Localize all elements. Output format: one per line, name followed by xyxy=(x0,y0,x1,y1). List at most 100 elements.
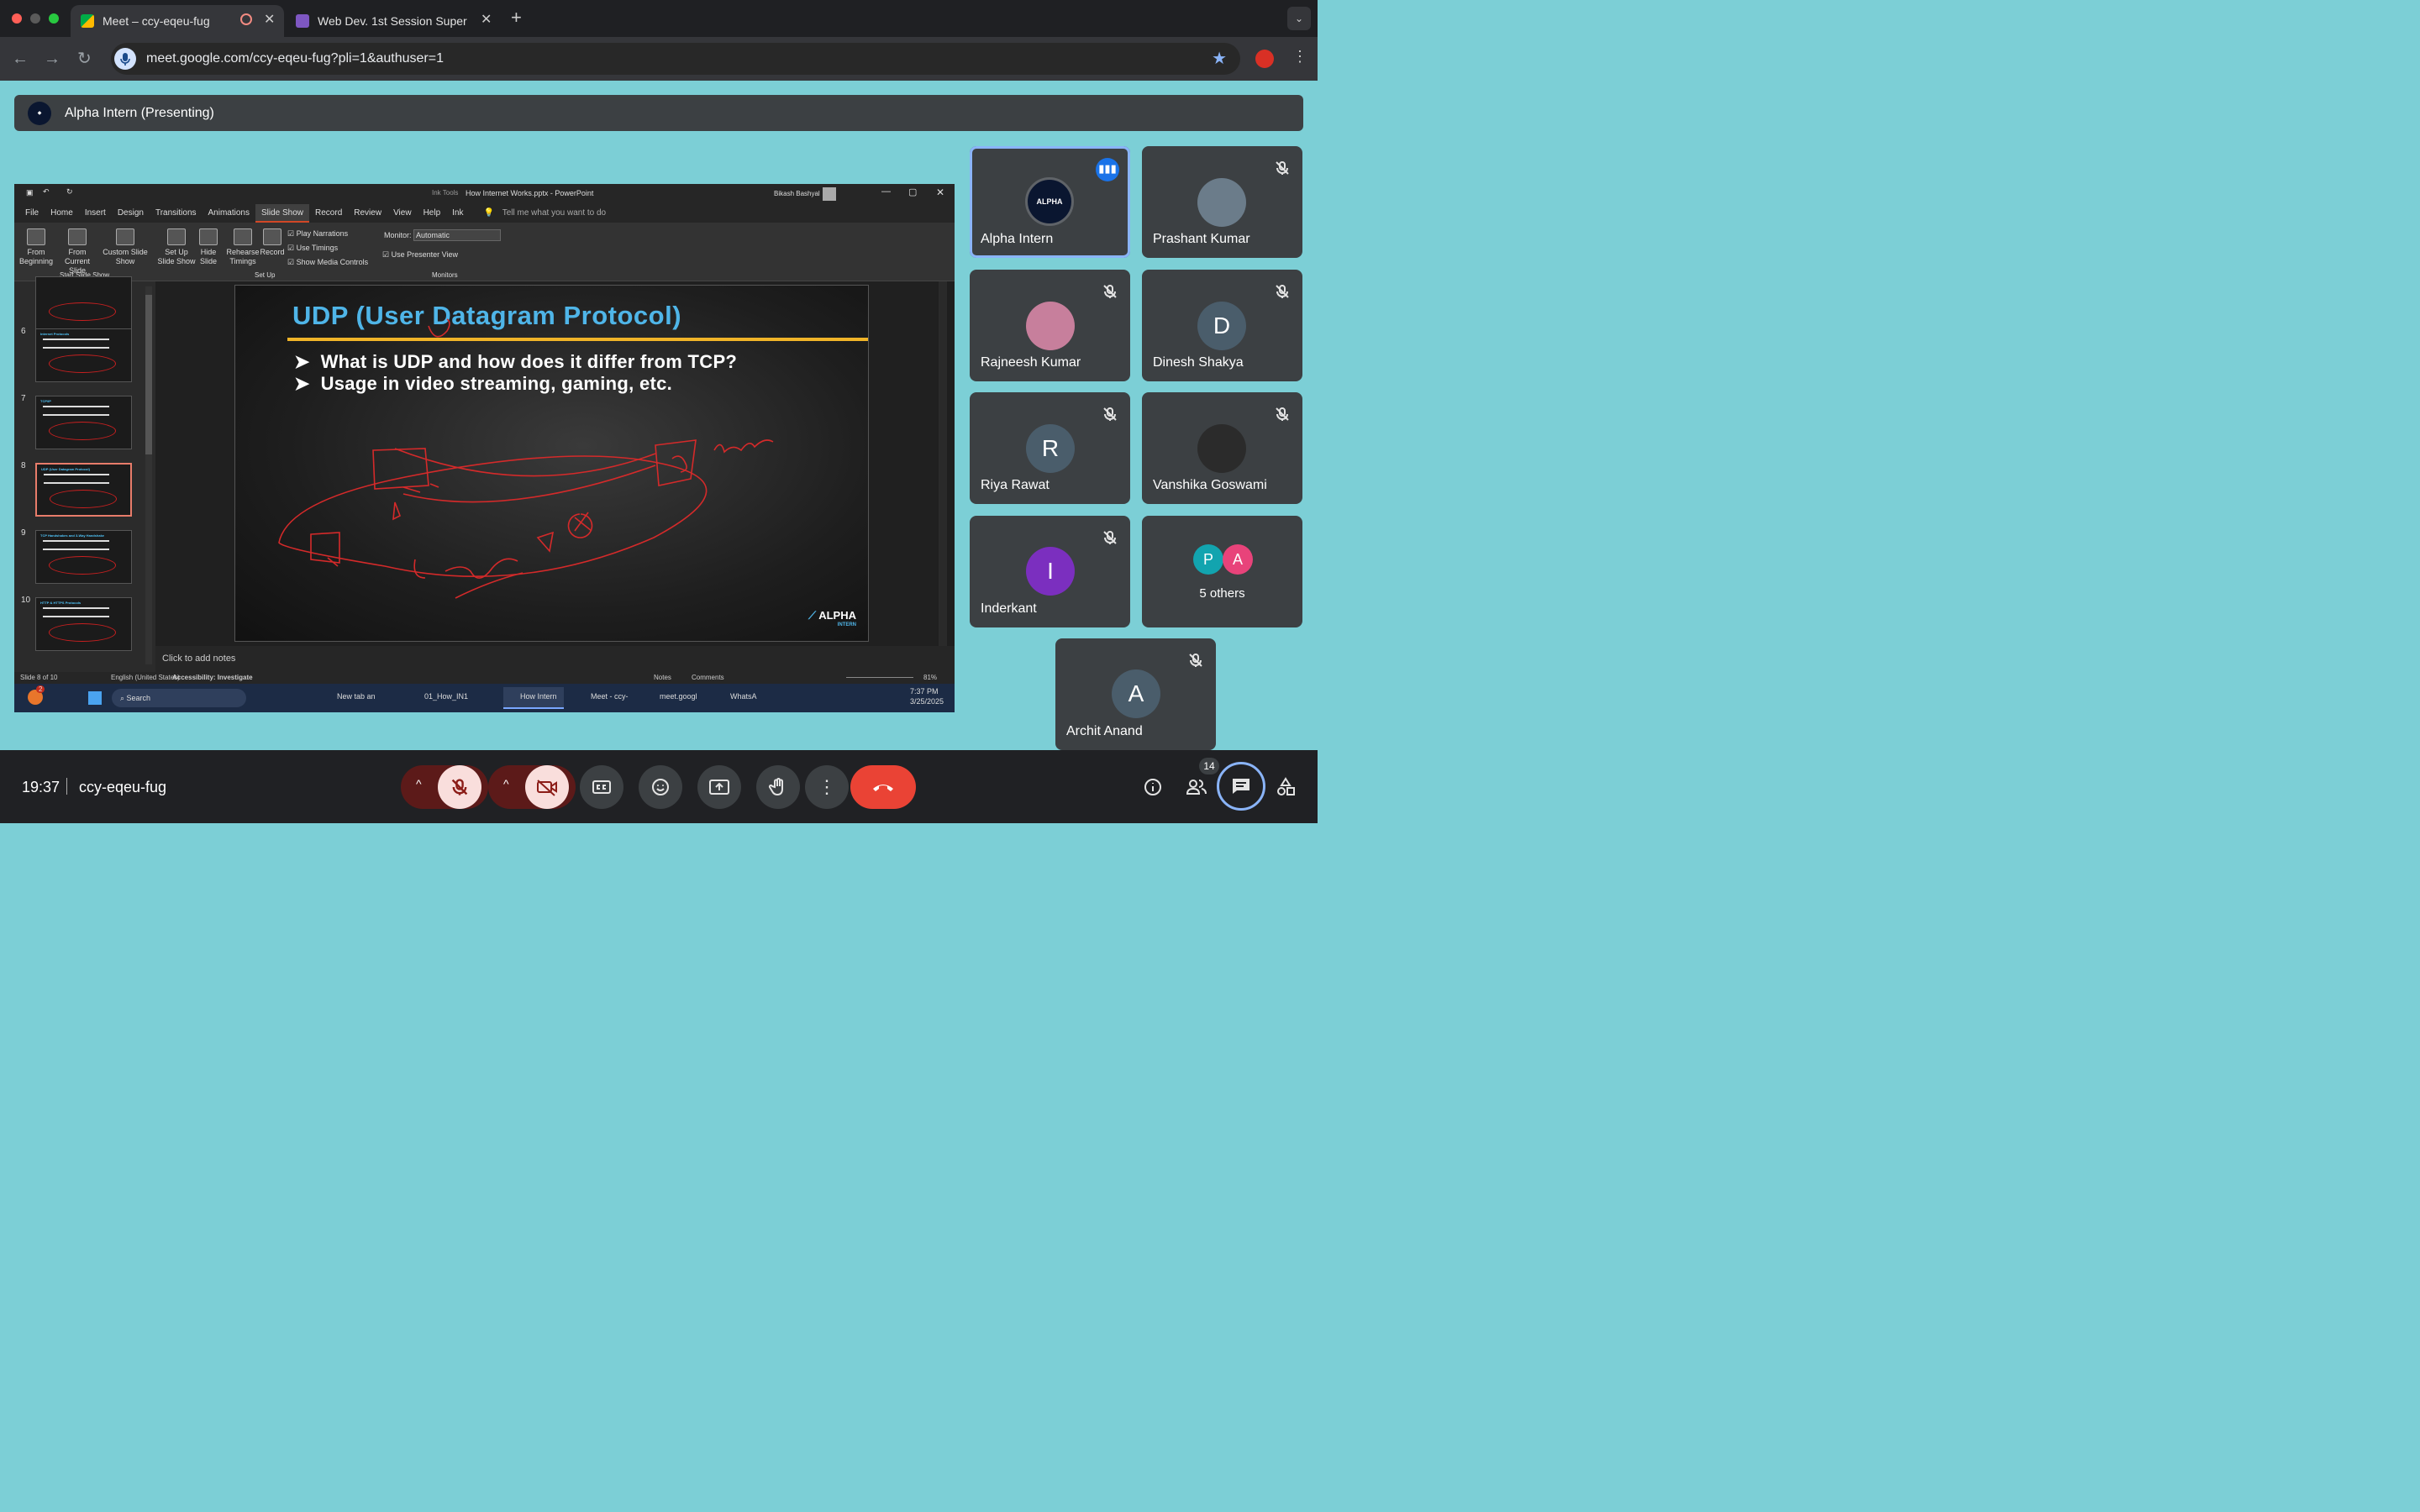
monitor-dropdown[interactable]: Automatic xyxy=(413,229,502,241)
forward-icon[interactable]: → xyxy=(44,49,60,69)
taskbar-app-whatsapp[interactable]: WhatsA xyxy=(730,692,757,701)
menu-record[interactable]: Record xyxy=(309,204,348,223)
menu-insert[interactable]: Insert xyxy=(79,204,112,223)
participant-tile[interactable]: Rajneesh Kumar xyxy=(970,270,1130,381)
participant-tile[interactable]: R Riya Rawat xyxy=(970,392,1130,504)
participant-tile[interactable]: I Inderkant xyxy=(970,516,1130,627)
bookmark-star-icon[interactable]: ★ xyxy=(1212,48,1227,69)
menu-design[interactable]: Design xyxy=(112,204,150,223)
setup-show-button[interactable]: Set Up Slide Show xyxy=(157,226,196,266)
participant-tile[interactable]: ALPHA ▮▮▮ Alpha Intern xyxy=(970,146,1130,258)
others-tile[interactable]: P A 5 others xyxy=(1142,516,1302,627)
muted-mic-icon xyxy=(1103,285,1117,298)
reload-icon[interactable]: ↻ xyxy=(77,49,92,69)
browser-menu-icon[interactable]: ⋮ xyxy=(1292,48,1307,66)
new-tab-icon[interactable]: + xyxy=(511,7,522,29)
custom-show-button[interactable]: Custom Slide Show xyxy=(102,226,149,266)
slide-scrollbar[interactable] xyxy=(939,281,947,646)
participant-tile[interactable]: D Dinesh Shakya xyxy=(1142,270,1302,381)
taskbar-app-chrome[interactable]: meet.googl xyxy=(660,692,697,701)
redo-icon[interactable]: ↻ xyxy=(66,187,73,197)
menu-home[interactable]: Home xyxy=(45,204,79,223)
browser-tab-meet[interactable]: Meet – ccy-eqeu-fug ✕ xyxy=(71,5,284,37)
participant-name: Riya Rawat xyxy=(981,478,1050,492)
taskbar-app-chrome-meet[interactable]: Meet - ccy- xyxy=(591,692,629,701)
maximize-window-button[interactable] xyxy=(49,13,59,24)
save-icon[interactable]: ▣ xyxy=(26,188,34,197)
slide-thumbnail[interactable]: TCP Handshakes and 3-Way Handshake xyxy=(35,530,132,584)
slide-thumbnail[interactable]: Internet Protocols xyxy=(35,328,132,382)
menu-view[interactable]: View xyxy=(387,204,418,223)
notes-toggle[interactable]: Notes xyxy=(654,674,671,681)
leave-call-button[interactable] xyxy=(850,765,916,809)
meeting-info-button[interactable] xyxy=(1131,765,1175,809)
taskbar-search[interactable]: ⌕ Search xyxy=(112,689,246,707)
record-button[interactable]: Record xyxy=(260,226,285,257)
browser-tab-web-dev[interactable]: Web Dev. 1st Session Super 4 ✕ xyxy=(286,5,501,37)
hide-slide-button[interactable]: Hide Slide xyxy=(197,226,219,266)
participant-tile[interactable]: Vanshika Goswami xyxy=(1142,392,1302,504)
slide-thumbnail-selected[interactable]: UDP (User Datagram Protocol) xyxy=(35,463,132,517)
slide-thumbnail[interactable]: TCP/IP xyxy=(35,396,132,449)
undo-icon[interactable]: ↶ xyxy=(43,187,50,197)
zoom-slider[interactable] xyxy=(846,677,913,678)
accessibility-status[interactable]: Accessibility: Investigate xyxy=(172,674,253,681)
presenter-view-checkbox[interactable]: ☑ Use Presenter View xyxy=(382,250,458,260)
participant-tile[interactable]: A Archit Anand xyxy=(1055,638,1216,750)
menu-animations[interactable]: Animations xyxy=(203,204,255,223)
menu-ink[interactable]: Ink xyxy=(446,204,469,223)
muted-mic-icon xyxy=(1276,161,1289,175)
muted-mic-icon xyxy=(1276,285,1289,298)
activities-button[interactable] xyxy=(1264,765,1307,809)
address-bar[interactable]: meet.google.com/ccy-eqeu-fug?pli=1&authu… xyxy=(111,43,1240,75)
user-avatar[interactable] xyxy=(823,187,836,201)
menu-file[interactable]: File xyxy=(14,204,45,223)
from-beginning-button[interactable]: From Beginning xyxy=(19,226,53,266)
chat-button[interactable] xyxy=(1217,762,1265,811)
thumbnail-scrollbar[interactable] xyxy=(145,286,152,664)
menu-slide-show[interactable]: Slide Show xyxy=(255,204,310,223)
play-narrations-checkbox[interactable]: ☑ Play Narrations xyxy=(287,227,368,241)
current-slide[interactable]: UDP (User Datagram Protocol) ➤ What is U… xyxy=(234,285,869,642)
tell-me-search[interactable]: 💡 Tell me what you want to do xyxy=(477,204,618,223)
back-icon[interactable]: ← xyxy=(12,49,29,69)
notes-pane[interactable]: Click to add notes xyxy=(155,646,955,672)
participant-name: Vanshika Goswami xyxy=(1153,478,1267,492)
taskbar-app-explorer[interactable]: 01_How_IN1 xyxy=(424,692,468,701)
from-current-button[interactable]: From Current Slide xyxy=(56,226,98,276)
rehearse-button[interactable]: Rehearse Timings xyxy=(226,226,260,266)
reactions-button[interactable] xyxy=(639,765,682,809)
windows-start-icon[interactable] xyxy=(88,691,102,705)
ppt-restore-icon[interactable]: ▢ xyxy=(908,186,917,197)
show-media-checkbox[interactable]: ☑ Show Media Controls xyxy=(287,255,368,270)
use-timings-checkbox[interactable]: ☑ Use Timings xyxy=(287,241,368,255)
menu-help[interactable]: Help xyxy=(418,204,447,223)
slide-thumbnail[interactable] xyxy=(35,276,132,330)
menu-transitions[interactable]: Transitions xyxy=(150,204,203,223)
tab-search-icon[interactable]: ⌄ xyxy=(1287,7,1311,30)
close-tab-icon[interactable]: ✕ xyxy=(481,11,492,28)
more-options-button[interactable]: ⋮ xyxy=(805,765,849,809)
raise-hand-button[interactable] xyxy=(756,765,800,809)
participant-tile[interactable]: Prashant Kumar xyxy=(1142,146,1302,258)
camera-toggle-button[interactable] xyxy=(525,765,569,809)
scroll-thumb[interactable] xyxy=(145,295,152,454)
comments-toggle[interactable]: Comments xyxy=(692,674,724,681)
close-window-button[interactable] xyxy=(12,13,22,24)
participant-name: Prashant Kumar xyxy=(1153,232,1250,246)
captions-button[interactable] xyxy=(580,765,623,809)
recording-indicator-icon xyxy=(240,13,252,25)
ppt-close-icon[interactable]: ✕ xyxy=(936,186,944,198)
ppt-minimize-icon[interactable]: — xyxy=(881,186,891,197)
more-vert-icon: ⋮ xyxy=(818,776,836,797)
microphone-permission-icon[interactable] xyxy=(114,48,136,70)
microphone-toggle-button[interactable] xyxy=(438,765,481,809)
slide-thumbnail[interactable]: HTTP & HTTPS Protocols xyxy=(35,597,132,651)
menu-review[interactable]: Review xyxy=(348,204,387,223)
profile-avatar[interactable] xyxy=(1255,50,1274,68)
close-tab-icon[interactable]: ✕ xyxy=(264,11,275,28)
minimize-window-button[interactable] xyxy=(30,13,40,24)
taskbar-app-edge[interactable]: New tab an xyxy=(337,692,376,701)
present-button[interactable] xyxy=(697,765,741,809)
taskbar-app-powerpoint[interactable]: How Intern xyxy=(503,687,564,709)
